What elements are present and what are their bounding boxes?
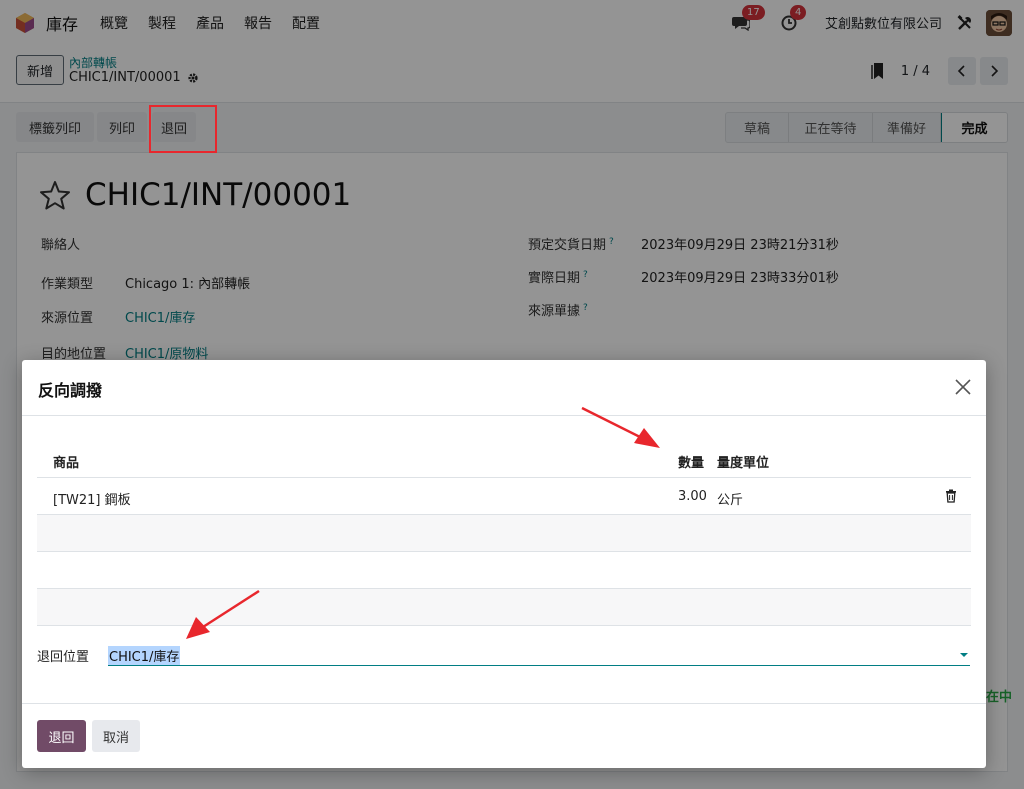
empty-row [37, 515, 971, 552]
return-location-label: 退回位置 [37, 650, 90, 665]
row-uom[interactable]: 公斤 [717, 489, 743, 508]
table-header: 商品 數量 量度單位 [37, 440, 971, 478]
return-location-select[interactable]: CHIC1/庫存 [108, 644, 970, 666]
column-product[interactable]: 商品 [53, 452, 79, 471]
return-picking-dialog: 反向調撥 商品 數量 量度單位 [TW21] 鋼板 3.00 公斤 退回位置 C… [22, 360, 986, 768]
caret-down-icon[interactable] [960, 653, 968, 657]
row-quantity[interactable]: 3.00 [678, 489, 707, 504]
trash-icon[interactable] [945, 489, 957, 503]
return-lines-table: 商品 數量 量度單位 [TW21] 鋼板 3.00 公斤 [37, 440, 971, 626]
confirm-return-button[interactable]: 退回 [37, 720, 86, 752]
dialog-title: 反向調撥 [38, 381, 103, 400]
column-uom[interactable]: 量度單位 [717, 452, 769, 471]
empty-row [37, 589, 971, 626]
cancel-button[interactable]: 取消 [92, 720, 140, 752]
close-icon[interactable] [954, 378, 972, 396]
empty-row [37, 552, 971, 589]
row-product[interactable]: [TW21] 鋼板 [53, 489, 131, 508]
dialog-header: 反向調撥 [22, 360, 986, 416]
annotation-highlight-box [149, 105, 217, 153]
table-row[interactable]: [TW21] 鋼板 3.00 公斤 [37, 478, 971, 515]
column-quantity[interactable]: 數量 [678, 452, 704, 471]
dialog-footer: 退回 取消 [22, 703, 986, 768]
return-location-value[interactable]: CHIC1/庫存 [108, 646, 181, 665]
